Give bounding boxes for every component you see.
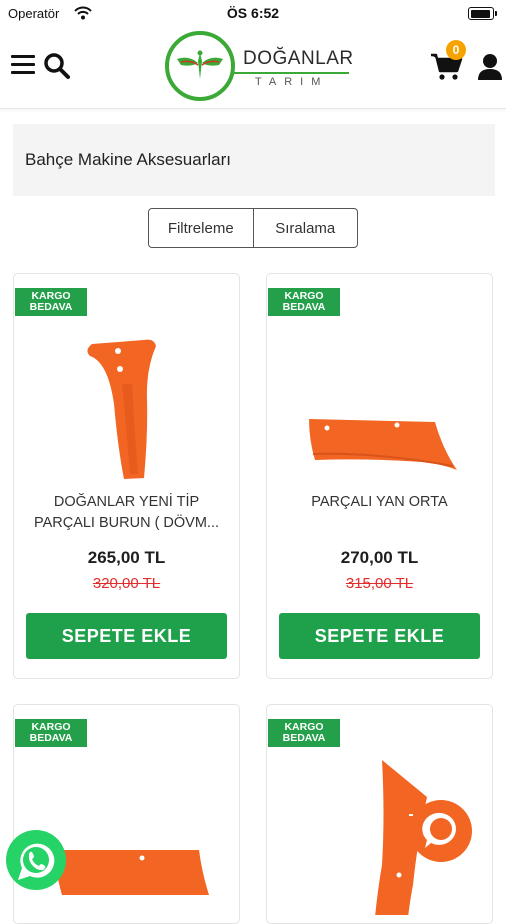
- logo-underline: [233, 72, 349, 74]
- product-old-price: 315,00 TL: [345, 575, 414, 592]
- battery-icon: [468, 7, 497, 20]
- logo-brand-text: DOĞANLAR: [243, 48, 354, 69]
- badge-line: BEDAVA: [282, 301, 326, 313]
- free-shipping-badge: KARGO BEDAVA: [268, 288, 340, 316]
- cart-count-badge: 0: [446, 40, 466, 60]
- chat-icon[interactable]: [409, 799, 473, 863]
- sort-button[interactable]: Sıralama: [254, 209, 358, 247]
- free-shipping-badge: KARGO BEDAVA: [268, 719, 340, 747]
- product-old-price: 320,00 TL: [92, 575, 161, 592]
- app-header: DOĞANLAR TARIM 0: [0, 28, 506, 109]
- add-to-cart-button[interactable]: SEPETE EKLE: [26, 613, 227, 659]
- product-price: 265,00 TL: [87, 548, 166, 567]
- product-name[interactable]: PARÇALI YAN ORTA: [279, 492, 480, 513]
- product-price: 270,00 TL: [340, 548, 419, 567]
- clock: ÖS 6:52: [226, 5, 280, 21]
- logo-sub-text: TARIM: [255, 76, 329, 88]
- status-bar: Operatör ÖS 6:52: [0, 0, 506, 28]
- filter-sort-bar: Filtreleme Sıralama: [148, 208, 358, 248]
- menu-icon[interactable]: [11, 55, 35, 75]
- free-shipping-badge: KARGO BEDAVA: [15, 719, 87, 747]
- category-header: Bahçe Makine Aksesuarları: [13, 124, 495, 196]
- badge-line: BEDAVA: [282, 732, 326, 744]
- brand-logo[interactable]: DOĞANLAR TARIM: [163, 30, 353, 106]
- badge-line: BEDAVA: [29, 301, 73, 313]
- category-title: Bahçe Makine Aksesuarları: [25, 150, 231, 169]
- user-icon[interactable]: [476, 52, 504, 82]
- product-name[interactable]: DOĞANLAR YENİ TİP PARÇALI BURUN ( DÖVM..…: [26, 492, 227, 534]
- add-to-cart-button[interactable]: SEPETE EKLE: [279, 613, 480, 659]
- product-card[interactable]: KARGO BEDAVA DOĞANLAR YENİ TİP PARÇALI B…: [13, 273, 240, 679]
- product-image[interactable]: [267, 324, 492, 484]
- search-icon[interactable]: [42, 51, 72, 81]
- logo-emblem: [165, 31, 235, 101]
- free-shipping-badge: KARGO BEDAVA: [15, 288, 87, 316]
- whatsapp-icon[interactable]: [4, 828, 68, 892]
- product-card[interactable]: KARGO BEDAVA PARÇALI YAN ORTA 270,00 TL …: [266, 273, 493, 679]
- filter-button[interactable]: Filtreleme: [149, 209, 254, 247]
- badge-line: BEDAVA: [29, 732, 73, 744]
- product-image[interactable]: [14, 324, 239, 484]
